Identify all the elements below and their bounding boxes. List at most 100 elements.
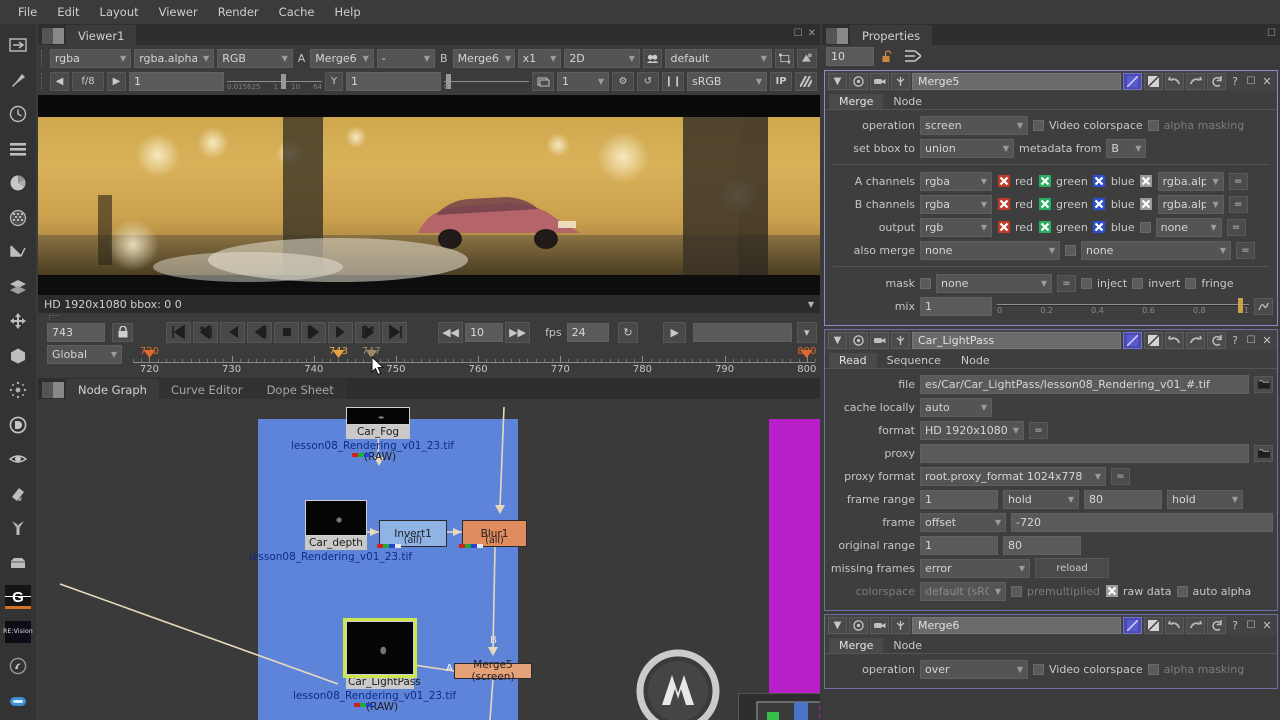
float-icon[interactable]: ☐	[1244, 76, 1258, 87]
frame-mode-select[interactable]: offset ▼	[920, 512, 1006, 532]
tab-node[interactable]: Node	[950, 353, 1000, 368]
max-panels-input[interactable]: 10	[826, 46, 874, 66]
view-mode-select[interactable]: 2D ▼	[564, 48, 640, 68]
channel-alpha-select[interactable]: rgba.alpha ▼	[134, 48, 215, 68]
also-merge-select-2[interactable]: none ▼	[1081, 240, 1231, 260]
alpha-masking-checkbox[interactable]	[1147, 663, 1159, 675]
menu-item-layout[interactable]: Layout	[90, 2, 149, 22]
properties-node-merge6[interactable]: ▼ Merge6? ☐ ✕ Merge Node operation over ▼ Video c…	[824, 614, 1278, 689]
swirl-plugin-icon[interactable]	[3, 651, 33, 682]
help-icon[interactable]: ?	[1228, 75, 1242, 88]
enable-icon[interactable]	[1123, 616, 1142, 634]
output-extra-select[interactable]: none ▼	[1155, 217, 1222, 237]
tab-node[interactable]: Node	[883, 94, 933, 109]
metadata-from-select[interactable]: B ▼	[1106, 138, 1147, 158]
roi-select[interactable]: default ▼	[665, 48, 772, 68]
zoom-select[interactable]: x1 ▼	[517, 48, 562, 68]
blue-checkbox[interactable]	[1093, 175, 1106, 188]
fps-input[interactable]: 24	[566, 322, 609, 342]
auto-alpha-checkbox[interactable]	[1176, 585, 1188, 597]
toolbar-grip[interactable]	[41, 50, 47, 66]
disclosure-down-icon[interactable]: ▼	[828, 331, 847, 349]
undo-icon[interactable]	[1165, 616, 1184, 634]
checker-sphere-icon[interactable]	[3, 203, 33, 234]
menu-item-file[interactable]: File	[8, 2, 47, 22]
maximize-icon[interactable]: ☐	[794, 28, 803, 39]
progress-bar[interactable]	[693, 322, 792, 342]
stop-icon[interactable]	[274, 321, 300, 343]
camera-icon[interactable]	[870, 616, 889, 634]
gain-slider[interactable]: 0.015625 1 10 64	[227, 72, 322, 91]
panel-handle-icon[interactable]	[826, 28, 848, 44]
range-mode-select[interactable]: Global ▼	[47, 345, 122, 364]
tab-viewer1[interactable]: Viewer1	[66, 25, 137, 45]
stack-layers-icon[interactable]	[3, 272, 33, 303]
node-name-field[interactable]: Merge6	[912, 616, 1121, 634]
node-name-field[interactable]: Car_LightPass	[912, 331, 1121, 349]
clone-icon[interactable]	[797, 48, 818, 68]
premultiplied-checkbox[interactable]	[1011, 585, 1022, 597]
help-icon[interactable]: ?	[1228, 619, 1242, 632]
gamma-label[interactable]: Y	[325, 71, 343, 91]
panel-handle-icon[interactable]	[42, 382, 64, 398]
animation-menu-icon[interactable]: =	[1057, 274, 1076, 292]
gear-icon[interactable]: ⚙	[612, 71, 634, 91]
alpha-masking-checkbox[interactable]	[1147, 119, 1159, 131]
close-icon[interactable]: ✕	[808, 28, 816, 39]
node-car_fog[interactable]: Car_Fog	[346, 407, 410, 439]
node-merge5[interactable]: Merge5 (screen)	[454, 659, 532, 683]
float-icon[interactable]: ☐	[1244, 335, 1258, 346]
red-checkbox[interactable]	[997, 221, 1010, 234]
refresh-icon[interactable]: ↺	[637, 71, 659, 91]
inject-checkbox[interactable]	[1081, 277, 1092, 289]
camera-icon[interactable]	[870, 72, 889, 90]
lock-icon[interactable]	[112, 322, 134, 342]
channels-select[interactable]: rgba ▼	[49, 48, 132, 68]
cache-locally-select[interactable]: auto ▼	[920, 397, 992, 417]
tab-dope-sheet[interactable]: Dope Sheet	[254, 379, 346, 399]
red-checkbox[interactable]	[997, 175, 1010, 188]
original-range-end-input[interactable]: 80	[1003, 535, 1081, 555]
close-icon[interactable]: ✕	[1260, 619, 1274, 632]
downrez-icon[interactable]	[532, 71, 554, 91]
frame-range-before-select[interactable]: hold ▼	[1003, 489, 1079, 509]
video-colorspace-checkbox[interactable]	[1033, 119, 1044, 131]
operation-select[interactable]: over ▼	[920, 659, 1028, 679]
green-checkbox[interactable]	[1038, 221, 1051, 234]
enable-icon[interactable]	[1123, 72, 1142, 90]
output-select[interactable]: rgb ▼	[920, 217, 992, 237]
redo-icon[interactable]	[1186, 72, 1205, 90]
properties-node-merge5[interactable]: ▼ Merge5? ☐ ✕ Merge Node operation screen ▼ Video…	[824, 70, 1278, 326]
invert-checkbox[interactable]	[1132, 277, 1144, 289]
menu-item-cache[interactable]: Cache	[269, 2, 325, 22]
wipe-select[interactable]: - ▼	[376, 48, 436, 68]
draw-roto-icon[interactable]	[3, 237, 33, 268]
float-icon[interactable]: ☐	[1267, 28, 1276, 39]
first-frame-icon[interactable]	[166, 321, 192, 343]
color-wheel-icon[interactable]	[3, 168, 33, 199]
timeline-marker[interactable]: 720	[140, 346, 159, 369]
transform-in-icon[interactable]	[3, 30, 33, 61]
step-forward-icon[interactable]	[301, 321, 327, 343]
step-back-icon[interactable]	[247, 321, 273, 343]
alpha-checkbox[interactable]	[1140, 198, 1153, 211]
proxy-input[interactable]	[920, 443, 1249, 463]
float-icon[interactable]: ☐	[1244, 620, 1258, 631]
blue-checkbox[interactable]	[1093, 198, 1106, 211]
enable-icon[interactable]	[1123, 331, 1142, 349]
mix-input[interactable]: 1	[920, 296, 992, 316]
reload-button[interactable]: reload	[1035, 558, 1109, 578]
redo-icon[interactable]	[1186, 331, 1205, 349]
animation-menu-icon[interactable]: =	[1228, 172, 1248, 190]
loop-icon[interactable]: ↻	[617, 321, 639, 343]
timeline-marker[interactable]: 743	[329, 346, 348, 369]
proc-2d-icon[interactable]	[642, 48, 663, 68]
colorspace-select[interactable]: sRGB ▼	[687, 71, 767, 91]
timeline-marker[interactable]: 800	[797, 346, 816, 369]
stop-icon[interactable]: ◀	[50, 71, 69, 91]
gamma-input[interactable]: 1	[346, 71, 441, 91]
input-b-select[interactable]: Merge6 ▼	[452, 48, 515, 68]
color-wheel-icon[interactable]	[849, 331, 868, 349]
revert-icon[interactable]	[1207, 331, 1226, 349]
fast-forward-icon[interactable]: ▶▶	[505, 321, 531, 343]
